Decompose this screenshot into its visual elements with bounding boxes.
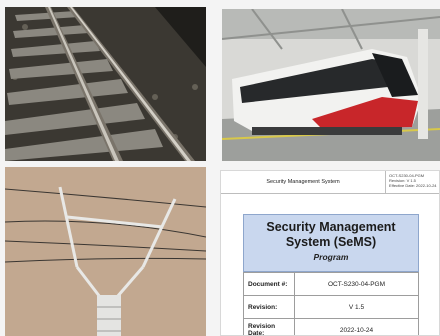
catenary-image	[5, 167, 206, 336]
document-meta-table: Document #: OCT-S230-04-PGM Revision: V …	[243, 272, 419, 335]
overhead-catenary-photo	[5, 167, 206, 336]
document-header: Security Management System OCT-S230-04-P…	[221, 171, 439, 194]
document-header-title: Security Management System	[221, 171, 386, 193]
meta-value: 2022-10-24	[294, 318, 419, 335]
table-row: Document #: OCT-S230-04-PGM	[243, 272, 419, 296]
table-row: Revision: V 1.5	[243, 295, 419, 319]
meta-label: Revision:	[243, 295, 295, 319]
meta-value: OCT-S230-04-PGM	[294, 272, 419, 296]
document-cover-photo: Security Management System OCT-S230-04-P…	[220, 170, 440, 336]
railway-track-photo	[5, 7, 206, 161]
train-image	[222, 9, 440, 161]
document-title-box: Security Management System (SeMS) Progra…	[243, 214, 419, 272]
railway-track-image	[5, 7, 206, 161]
document-subtitle: Program	[313, 252, 349, 262]
meta-value: V 1.5	[294, 295, 419, 319]
meta-label: Document #:	[243, 272, 295, 296]
document-header-meta-date: Effective Date: 2022-10-24	[389, 183, 437, 188]
document-title: Security Management System (SeMS)	[266, 220, 396, 249]
light-rail-train-photo	[222, 9, 440, 161]
document-header-meta: OCT-S230-04-PGM Revision: V 1.5 Effectiv…	[386, 171, 439, 193]
table-row: Revision Date: 2022-10-24	[243, 318, 419, 335]
meta-label: Revision Date:	[243, 318, 295, 335]
